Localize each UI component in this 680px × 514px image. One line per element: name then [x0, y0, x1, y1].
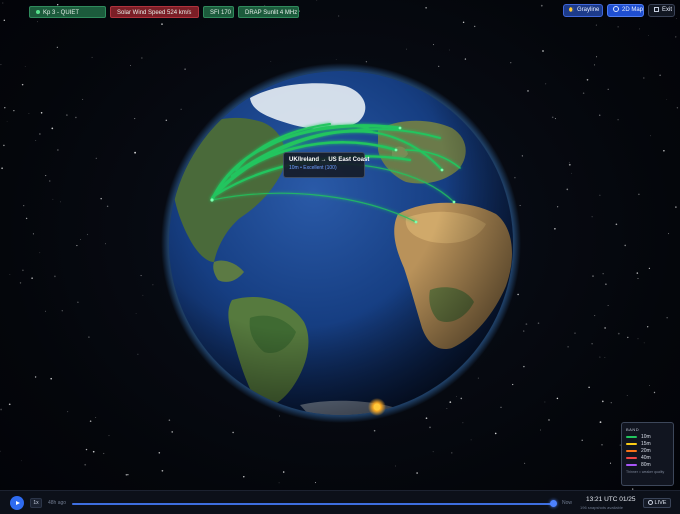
snapshot-count: 196 snapshots available: [580, 505, 623, 510]
legend-swatch: [626, 435, 637, 438]
grayline-button[interactable]: Grayline: [563, 4, 603, 17]
legend-item-10m: 10m: [626, 433, 669, 440]
sfi-label: SFI 170: [210, 10, 232, 16]
globe[interactable]: [0, 0, 680, 514]
legend-item-80m: 80m: [626, 461, 669, 468]
legend-item-40m: 40m: [626, 454, 669, 461]
route-tooltip: UK/Ireland → US East Coast 10m • Excelle…: [283, 152, 370, 178]
tooltip-title: UK/Ireland → US East Coast: [289, 157, 370, 163]
band-legend: BAND 10m 15m 20m 40m 80m Thinner = weake…: [621, 422, 674, 486]
tooltip-detail: 10m • Excellent (100): [289, 165, 337, 171]
solar-wind-label: Solar Wind Speed 524 km/s: [117, 10, 192, 16]
legend-label: 10m: [641, 433, 651, 440]
moon-icon: [569, 6, 574, 12]
solar-wind-badge[interactable]: Solar Wind Speed 524 km/s: [110, 6, 199, 18]
globe-view[interactable]: Kp 3 - QUIET Solar Wind Speed 524 km/s S…: [0, 0, 680, 514]
current-time: 13:21 UTC 01/25: [586, 496, 636, 503]
kp-index-label: Kp 3 - QUIET: [43, 10, 80, 16]
2d-map-label: 2D Map: [622, 7, 644, 13]
exit-icon: [654, 6, 659, 12]
timeline-end-label: Now: [562, 500, 573, 506]
legend-footer: Thinner = weaker quality: [626, 470, 665, 474]
2d-map-button[interactable]: 2D Map: [607, 4, 644, 17]
legend-swatch: [626, 456, 637, 459]
sfi-badge[interactable]: SFI 170: [203, 6, 234, 18]
timeline-progress: [72, 503, 553, 505]
legend-label: 20m: [641, 447, 651, 454]
legend-item-15m: 15m: [626, 440, 669, 447]
live-button[interactable]: LIVE: [643, 498, 671, 508]
exit-label: Exit: [662, 7, 673, 13]
status-dot-icon: [36, 10, 40, 15]
legend-label: 15m: [641, 440, 651, 447]
playback-speed-button[interactable]: 1x: [30, 498, 42, 508]
grayline-label: Grayline: [577, 7, 600, 13]
drap-badge[interactable]: DRAP Sunlit 4 MHz: [238, 6, 299, 18]
drap-label: DRAP Sunlit 4 MHz: [245, 10, 298, 16]
live-icon: [647, 500, 653, 506]
kp-index-badge[interactable]: Kp 3 - QUIET: [29, 6, 106, 18]
play-icon: [15, 500, 20, 505]
timeline-start-label: 48h ago: [48, 500, 67, 506]
legend-swatch: [626, 442, 637, 445]
exit-button[interactable]: Exit: [648, 4, 675, 17]
sun-icon: [373, 403, 381, 411]
globe-icon: [613, 6, 619, 13]
legend-rows: 10m 15m 20m 40m 80m: [626, 433, 669, 468]
legend-label: 80m: [641, 461, 651, 468]
play-button[interactable]: [10, 496, 24, 510]
legend-title: BAND: [626, 427, 640, 432]
legend-swatch: [626, 463, 637, 466]
terminator-shade: [169, 71, 513, 415]
legend-item-20m: 20m: [626, 447, 669, 454]
legend-label: 40m: [641, 454, 651, 461]
timeline-slider[interactable]: [72, 500, 557, 507]
timeline-thumb[interactable]: [549, 500, 557, 507]
live-label: LIVE: [654, 500, 667, 506]
timeline-bar: 1x 48h ago Now 13:21 UTC 01/25 196 snaps…: [0, 490, 680, 514]
legend-swatch: [626, 449, 637, 452]
